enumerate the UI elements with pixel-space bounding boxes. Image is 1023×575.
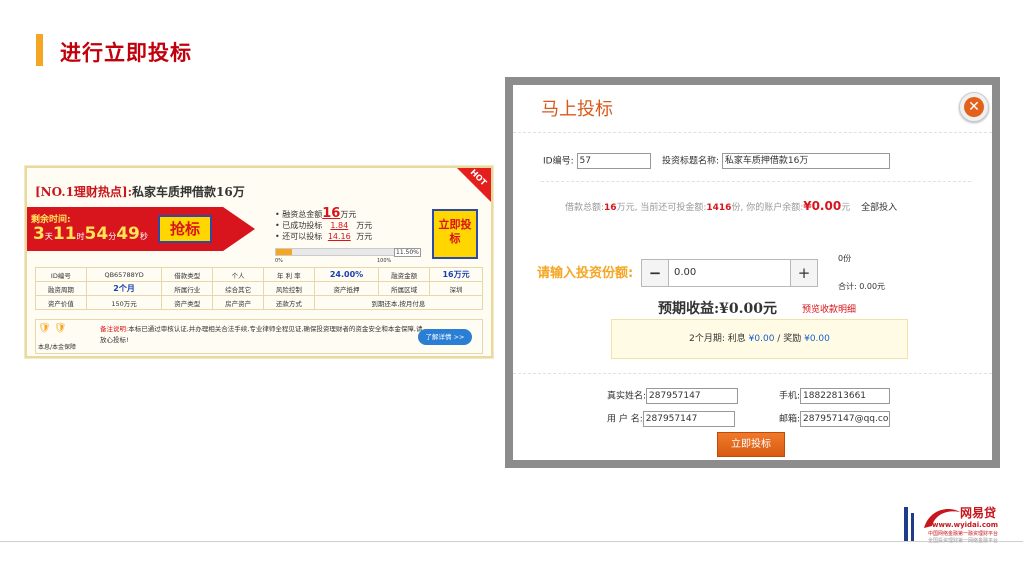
table-row: 资产价值 150万元 资产类型 房产资产 还款方式 到期还本,按月付息 [35, 295, 484, 310]
funding-progress-fill [276, 249, 293, 255]
countdown-timer: 3天11时54分49秒 [33, 224, 148, 244]
balance-row: 借款总额:16万元, 当前还可投金额:1416份, 你的账户余额:¥0.00元 … [565, 199, 898, 213]
username-row: 用 户 名: 287957147 [607, 411, 735, 427]
shares-count: 0份 [838, 254, 852, 263]
username-field[interactable]: 287957147 [642, 411, 735, 427]
title-field[interactable]: 私家车质押借款16万 [721, 153, 890, 169]
loan-card-title: [NO.1理财热点]:私家车质押借款16万 [35, 183, 245, 200]
realname-field[interactable]: 287957147 [646, 388, 739, 404]
total-amount: 合计: 0.00元 [838, 282, 886, 291]
progress-scale-start: 0% [275, 258, 283, 264]
loan-card-title-main: 私家车质押借款16万 [132, 185, 245, 199]
amount-stepper[interactable]: − 0.00 + [641, 259, 818, 287]
slide-title: 进行立即投标 [60, 41, 192, 65]
footer-rule [0, 541, 1023, 542]
fund-info: • 融资总金额16万元 • 已成功投标 1.84 万元 • 还可以投标 14.16 万元 [275, 206, 373, 241]
email-field[interactable]: 287957147@qq.com [800, 411, 891, 427]
hot-badge: HOT [457, 168, 491, 202]
table-row: ID编号 QB65788YD 借款类型 个人年 利 率 24.00% 融资金额 16万元 [35, 267, 483, 282]
title-accent-bar [36, 34, 43, 66]
remark-text: 备注说明:本标已通过审核认证,并办理相关合法手续,专业律师全程见证,确保投资理财… [100, 325, 423, 344]
email-row: 邮箱: 287957147@qq.com [779, 411, 891, 427]
submit-bid-button[interactable]: 立即投标 [717, 432, 785, 457]
id-field[interactable]: 57 [576, 153, 651, 169]
divider [513, 132, 992, 133]
invest-now-button[interactable]: 立即投标 [432, 209, 478, 259]
more-details-button[interactable]: 了解详情 >> [418, 329, 472, 345]
phone-row: 手机: 18822813661 [779, 388, 891, 404]
increase-button[interactable]: + [790, 260, 817, 286]
loan-info-table: ID编号 QB65788YD 借款类型 个人年 利 率 24.00% 融资金额 16万元 融… [35, 267, 484, 310]
progress-scale-end: 100% [377, 258, 392, 264]
loan-card-title-prefix: [NO.1理财热点]: [35, 185, 133, 199]
table-row: 融资周期 2个月 所属行业 综合其它 风险控制 资产抵押 所属区域 深圳 [35, 281, 483, 296]
id-row: ID编号: 57 投资标题名称: 私家车质押借款16万 [543, 153, 890, 169]
modal-title: 马上投标 [541, 99, 613, 120]
invest-all-link[interactable]: 全部投入 [861, 203, 897, 213]
close-icon[interactable]: ✕ [964, 97, 984, 117]
loan-card: [NO.1理财热点]:私家车质押借款16万 HOT 剩余时间: 3天11时54分… [25, 166, 493, 358]
phone-field[interactable]: 18822813661 [800, 388, 891, 404]
divider [541, 181, 971, 182]
grab-bid-button[interactable]: 抢标 [158, 215, 212, 243]
close-button[interactable]: ✕ [959, 92, 989, 122]
funding-progress-label: 11.50% [394, 248, 421, 257]
divider [513, 373, 992, 374]
protect-label: 本息/本金保障 [38, 344, 77, 351]
preview-repayment-link[interactable]: 预览收款明细 [802, 302, 856, 315]
amount-input[interactable]: 0.00 [674, 260, 696, 286]
expected-income: 预期收益:¥0.00元 [658, 301, 778, 317]
decrease-button[interactable]: − [642, 260, 669, 286]
countdown-banner: 剩余时间: 3天11时54分49秒 抢标 [27, 201, 267, 256]
amount-label: 请输入投资份额: [537, 266, 634, 281]
interest-summary: 2个月期: 利息 ¥0.00 / 奖励 ¥0.00 [611, 319, 908, 359]
shield-icon: 🛡 🛡 [38, 323, 67, 334]
realname-row: 真实姓名: 287957147 [607, 388, 739, 404]
invest-modal: 马上投标 ✕ ID编号: 57 投资标题名称: 私家车质押借款16万 借款总额:… [505, 77, 1000, 468]
invest-modal-body: 马上投标 ✕ ID编号: 57 投资标题名称: 私家车质押借款16万 借款总额:… [513, 85, 992, 460]
wyidai-logo: 网易贷 www.wyidai.com 中国网络金融第一融资理财平台 全国投资理财… [902, 499, 1020, 559]
remark-box: 🛡 🛡 本息/本金保障 备注说明:本标已通过审核认证,并办理相关合法手续,专业律… [35, 319, 483, 354]
